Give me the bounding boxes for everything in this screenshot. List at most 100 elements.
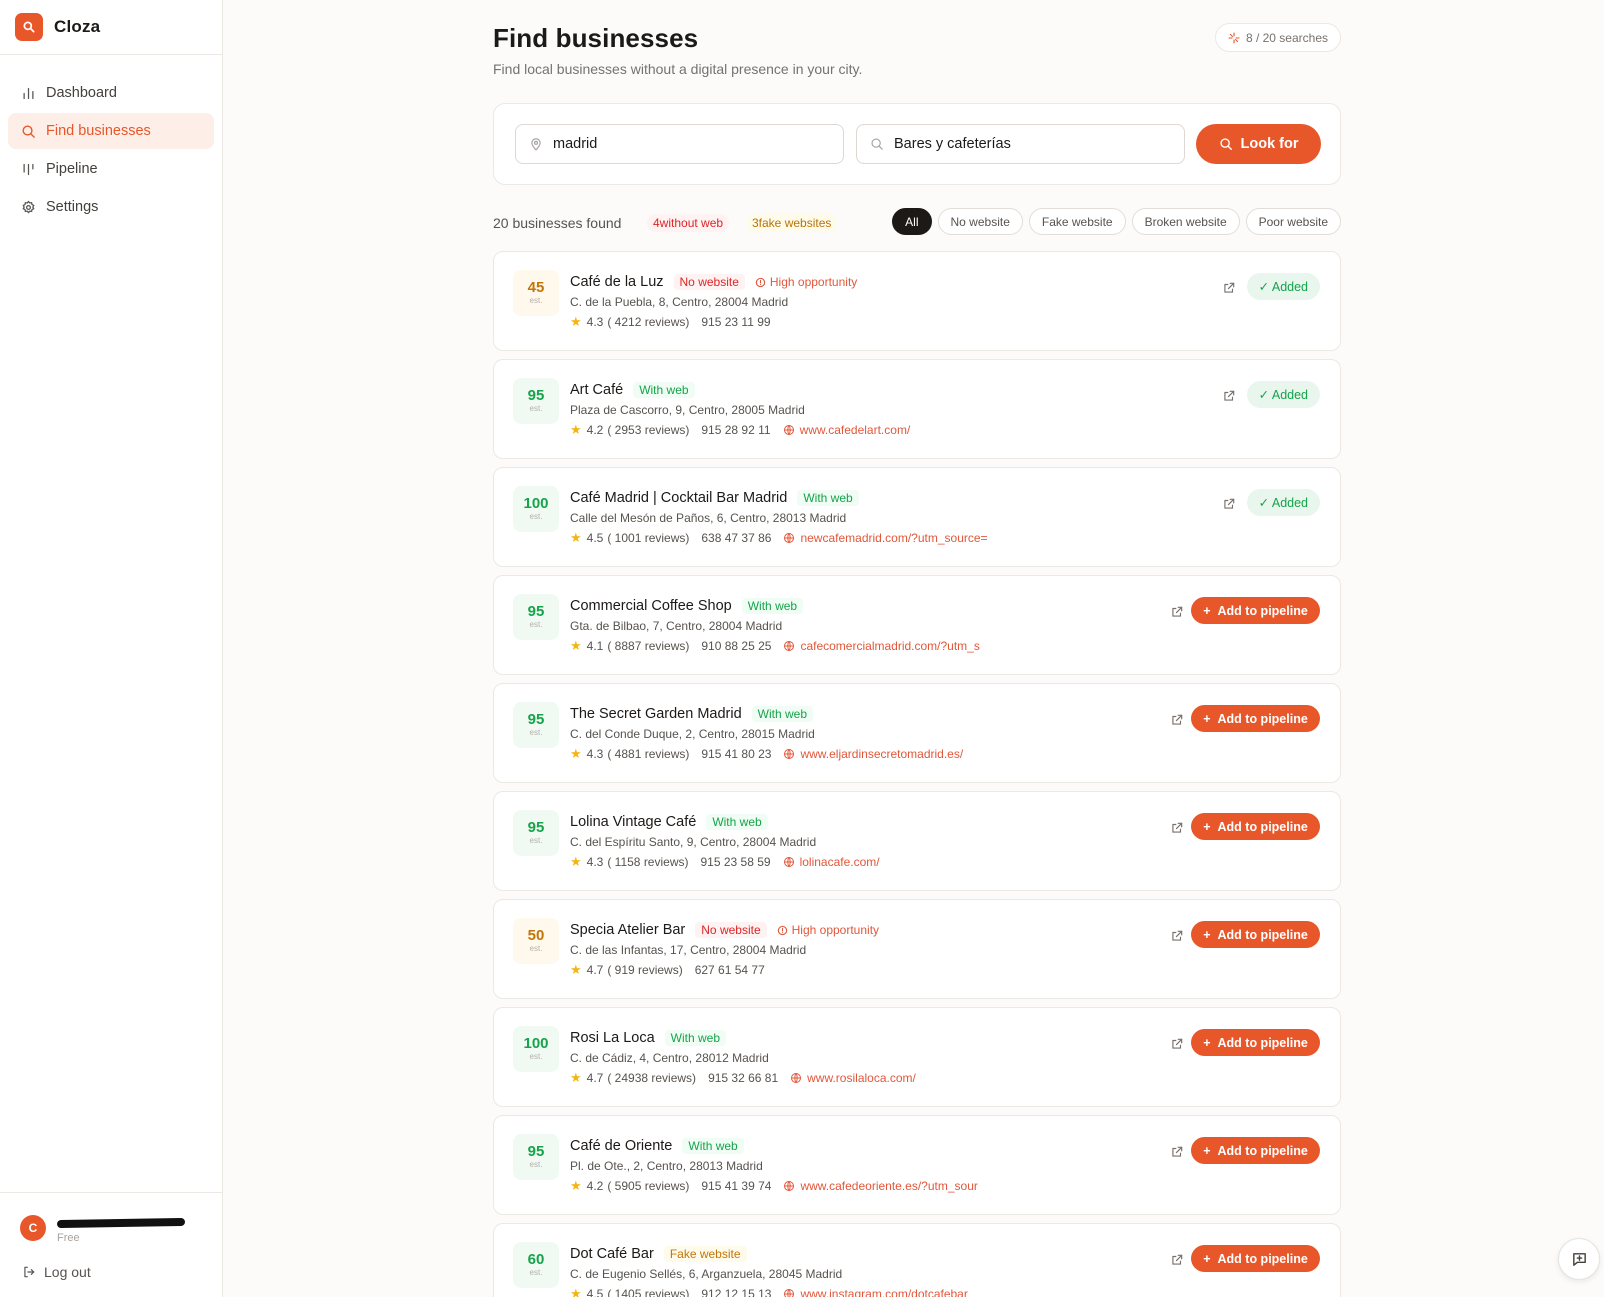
business-address: C. del Conde Duque, 2, Centro, 28015 Mad…: [570, 727, 815, 741]
website-link[interactable]: www.eljardinsecretomadrid.es/: [783, 747, 963, 761]
look-for-button[interactable]: Look for: [1196, 124, 1321, 164]
city-input[interactable]: [553, 136, 803, 152]
business-meta: ★ 4.3 ( 4212 reviews) 915 23 11 99: [570, 312, 857, 332]
rating: 4.2: [586, 1179, 604, 1193]
star-icon: ★: [570, 1286, 582, 1297]
score-box: 95 est.: [513, 810, 559, 856]
sidebar-item-settings[interactable]: Settings: [8, 189, 214, 225]
category-input[interactable]: [894, 136, 1144, 152]
business-name: Specia Atelier Bar: [570, 922, 686, 938]
sidebar-item-pipeline[interactable]: Pipeline: [8, 151, 214, 187]
sidebar-footer: C Free Log out: [0, 1192, 222, 1297]
search-quota-badge: 8 / 20 searches: [1214, 23, 1341, 52]
business-address: Calle del Mesón de Paños, 6, Centro, 280…: [570, 511, 847, 525]
city-field[interactable]: [515, 124, 844, 164]
business-address: C. de la Puebla, 8, Centro, 28004 Madrid: [570, 295, 789, 309]
rating: 4.5: [586, 1287, 604, 1297]
add-to-pipeline-button[interactable]: + Add to pipeline: [1191, 705, 1320, 732]
add-to-pipeline-button[interactable]: + Add to pipeline: [1191, 1137, 1320, 1164]
business-name: Rosi La Loca: [570, 1030, 655, 1046]
bar-chart-icon: [20, 85, 36, 101]
external-link-icon[interactable]: [1220, 495, 1238, 513]
external-link-icon[interactable]: [1168, 927, 1186, 945]
website-url: www.cafedeoriente.es/?utm_sour: [800, 1179, 978, 1193]
website-link[interactable]: www.cafedeoriente.es/?utm_sour: [783, 1179, 978, 1193]
filter-fake-website[interactable]: Fake website: [1028, 208, 1126, 235]
add-to-pipeline-button[interactable]: + Add to pipeline: [1191, 921, 1320, 948]
business-card[interactable]: 95 est. Lolina Vintage Café With web C. …: [493, 791, 1341, 891]
filter-all[interactable]: All: [892, 208, 932, 235]
added-badge: ✓ Added: [1246, 489, 1320, 516]
sidebar-item-dashboard[interactable]: Dashboard: [8, 75, 214, 111]
logout-button[interactable]: Log out: [22, 1264, 91, 1280]
quota-text: 8 / 20 searches: [1245, 30, 1328, 45]
business-meta: ★ 4.2 ( 5905 reviews) 915 41 39 74 www.c…: [570, 1176, 978, 1196]
feedback-button[interactable]: [1558, 1238, 1600, 1280]
map-pin-icon: [529, 137, 543, 151]
business-card[interactable]: 45 est. Café de la Luz No website High o…: [493, 251, 1341, 351]
website-link[interactable]: www.rosilaloca.com/: [790, 1071, 916, 1085]
external-link-icon[interactable]: [1168, 1251, 1186, 1269]
filter-no-website[interactable]: No website: [937, 208, 1023, 235]
search-icon: [870, 137, 884, 151]
business-meta: ★ 4.7 ( 24938 reviews) 915 32 66 81 www.…: [570, 1068, 916, 1088]
business-card[interactable]: 60 est. Dot Café Bar Fake website C. de …: [493, 1223, 1341, 1297]
added-badge: ✓ Added: [1246, 381, 1320, 408]
results-count: 20 businesses found: [493, 215, 622, 231]
business-meta: ★ 4.2 ( 2953 reviews) 915 28 92 11 www.c…: [570, 420, 910, 440]
user-profile[interactable]: C Free: [20, 1215, 186, 1244]
business-info: Café de la Luz No website High opportuni…: [570, 272, 857, 332]
business-card[interactable]: 95 est. Art Café With web Plaza de Casco…: [493, 359, 1341, 459]
business-meta: ★ 4.5 ( 1001 reviews) 638 47 37 86 newca…: [570, 528, 988, 548]
business-name: Café Madrid | Cocktail Bar Madrid: [570, 490, 788, 506]
sidebar-item-label: Pipeline: [46, 161, 98, 177]
business-list: 45 est. Café de la Luz No website High o…: [493, 251, 1341, 1297]
add-to-pipeline-button[interactable]: + Add to pipeline: [1191, 1245, 1320, 1272]
website-status-badge: With web: [682, 1138, 744, 1154]
business-meta: ★ 4.3 ( 4881 reviews) 915 41 80 23 www.e…: [570, 744, 963, 764]
add-to-pipeline-button[interactable]: + Add to pipeline: [1191, 813, 1320, 840]
website-link[interactable]: cafecomercialmadrid.com/?utm_s: [783, 639, 980, 653]
rating: 4.7: [586, 963, 604, 977]
sidebar: Cloza Dashboard Find businesses Pipeline…: [0, 0, 223, 1297]
website-status-badge: No website: [673, 274, 745, 290]
external-link-icon[interactable]: [1168, 603, 1186, 621]
filter-poor-website[interactable]: Poor website: [1245, 208, 1341, 235]
business-card[interactable]: 95 est. Commercial Coffee Shop With web …: [493, 575, 1341, 675]
add-to-pipeline-button[interactable]: + Add to pipeline: [1191, 1029, 1320, 1056]
website-link[interactable]: lolinacafe.com/: [783, 855, 880, 869]
website-link[interactable]: newcafemadrid.com/?utm_source=: [783, 531, 988, 545]
review-count: ( 2953 reviews): [607, 423, 690, 437]
category-field[interactable]: [856, 124, 1185, 164]
business-header: Commercial Coffee Shop With web: [570, 596, 980, 616]
external-link-icon[interactable]: [1168, 1143, 1186, 1161]
filter-broken-website[interactable]: Broken website: [1131, 208, 1240, 235]
website-url: www.instagram.com/dotcafebar: [800, 1287, 968, 1297]
sidebar-item-find-businesses[interactable]: Find businesses: [8, 113, 214, 149]
business-card[interactable]: 100 est. Café Madrid | Cocktail Bar Madr…: [493, 467, 1341, 567]
add-to-pipeline-label: Add to pipeline: [1217, 819, 1308, 834]
business-header: Dot Café Bar Fake website: [570, 1244, 968, 1264]
external-link-icon[interactable]: [1220, 279, 1238, 297]
business-card[interactable]: 100 est. Rosi La Loca With web C. de Cád…: [493, 1007, 1341, 1107]
star-icon: ★: [570, 422, 582, 437]
business-card[interactable]: 50 est. Specia Atelier Bar No website Hi…: [493, 899, 1341, 999]
add-to-pipeline-button[interactable]: + Add to pipeline: [1191, 597, 1320, 624]
external-link-icon[interactable]: [1168, 819, 1186, 837]
score-value: 95: [527, 819, 545, 836]
external-link-icon[interactable]: [1168, 1035, 1186, 1053]
search-card: Look for: [493, 103, 1341, 185]
website-link[interactable]: www.cafedelart.com/: [783, 423, 910, 437]
business-address: C. del Espíritu Santo, 9, Centro, 28004 …: [570, 835, 817, 849]
review-count: ( 4212 reviews): [607, 315, 690, 329]
business-card[interactable]: 95 est. Café de Oriente With web Pl. de …: [493, 1115, 1341, 1215]
plus-icon: +: [1203, 1143, 1211, 1158]
website-status-badge: No website: [695, 922, 767, 938]
external-link-icon[interactable]: [1168, 711, 1186, 729]
website-link[interactable]: www.instagram.com/dotcafebar: [783, 1287, 968, 1297]
score-box: 95 est.: [513, 594, 559, 640]
business-address: C. de Eugenio Sellés, 6, Arganzuela, 280…: [570, 1267, 843, 1281]
business-card[interactable]: 95 est. The Secret Garden Madrid With we…: [493, 683, 1341, 783]
external-link-icon[interactable]: [1220, 387, 1238, 405]
plus-icon: +: [1203, 927, 1211, 942]
